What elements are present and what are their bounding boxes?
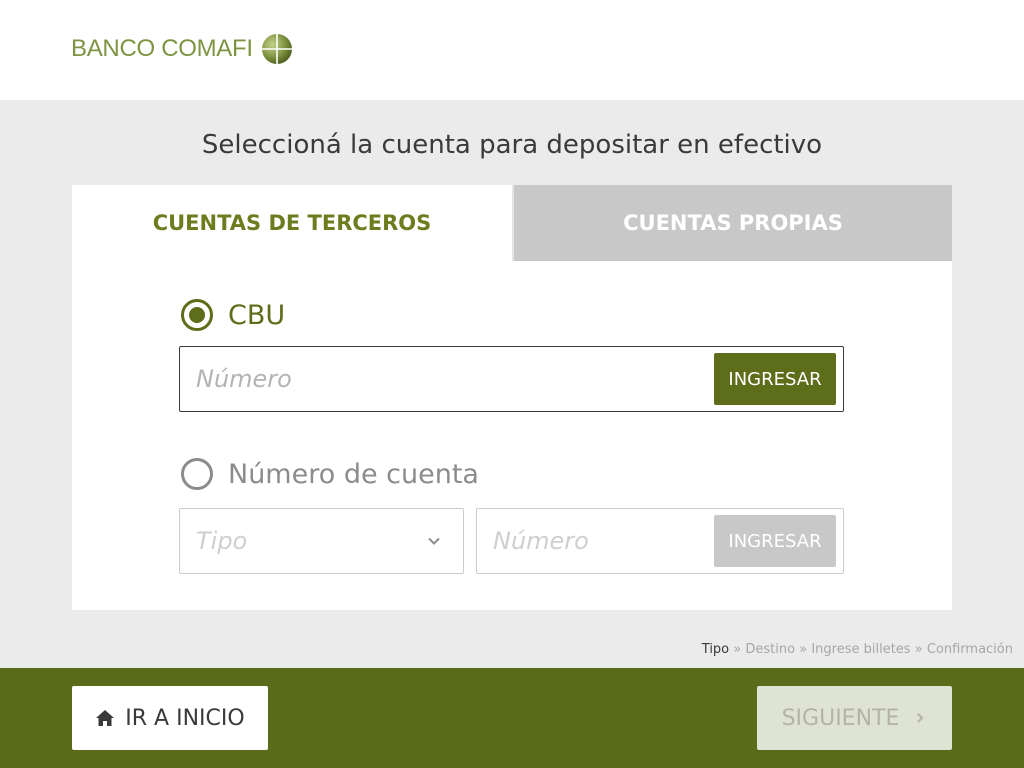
go-home-button[interactable]: IR A INICIO bbox=[72, 686, 268, 750]
account-number-input[interactable] bbox=[493, 509, 693, 573]
account-ingresar-button[interactable]: INGRESAR bbox=[714, 515, 836, 567]
bank-logo: BANCO COMAFI bbox=[71, 32, 293, 66]
breadcrumb-separator: » bbox=[733, 642, 742, 657]
breadcrumb-step: Ingrese billetes bbox=[811, 642, 911, 657]
chevron-down-icon bbox=[428, 537, 440, 545]
cbu-number-input[interactable] bbox=[196, 347, 696, 411]
account-number-radio[interactable] bbox=[181, 458, 213, 490]
account-type-placeholder: Tipo bbox=[196, 527, 248, 555]
chevron-right-icon bbox=[917, 713, 924, 723]
footer-bar: IR A INICIO SIGUIENTE bbox=[0, 668, 1024, 768]
go-home-label: IR A INICIO bbox=[125, 705, 245, 731]
account-number-option: Número de cuenta bbox=[181, 458, 479, 490]
breadcrumb-step: Destino bbox=[745, 642, 796, 657]
breadcrumb-separator: » bbox=[914, 642, 923, 657]
progress-breadcrumb: Tipo » Destino » Ingrese billetes » Conf… bbox=[702, 642, 1013, 657]
account-number-field: INGRESAR bbox=[476, 508, 844, 574]
breadcrumb-step-current: Tipo bbox=[701, 642, 730, 657]
cbu-field: INGRESAR bbox=[179, 346, 844, 412]
page-title: Seleccioná la cuenta para depositar en e… bbox=[201, 130, 823, 160]
cbu-ingresar-button[interactable]: INGRESAR bbox=[714, 353, 836, 405]
tab-cuentas-propias[interactable]: CUENTAS PROPIAS bbox=[512, 185, 952, 261]
next-button[interactable]: SIGUIENTE bbox=[757, 686, 952, 750]
tab-cuentas-de-terceros[interactable]: CUENTAS DE TERCEROS bbox=[72, 185, 512, 261]
header: BANCO COMAFI bbox=[0, 0, 1024, 100]
cbu-radio[interactable] bbox=[181, 299, 213, 331]
logo-text: BANCO COMAFI bbox=[71, 35, 253, 62]
breadcrumb-separator: » bbox=[799, 642, 808, 657]
cbu-option: CBU bbox=[181, 299, 285, 331]
tab-panel: CBU INGRESAR Número de cuenta Tipo INGRE… bbox=[72, 261, 952, 610]
account-type-select[interactable]: Tipo bbox=[179, 508, 464, 574]
cbu-label: CBU bbox=[228, 299, 286, 331]
home-icon bbox=[96, 710, 115, 726]
account-tabs: CUENTAS DE TERCEROS CUENTAS PROPIAS bbox=[72, 185, 952, 261]
breadcrumb-step: Confirmación bbox=[926, 642, 1013, 657]
radio-selected-dot bbox=[189, 307, 205, 323]
account-number-label: Número de cuenta bbox=[228, 458, 479, 490]
comafi-globe-icon bbox=[261, 34, 292, 64]
next-label: SIGUIENTE bbox=[781, 705, 900, 731]
